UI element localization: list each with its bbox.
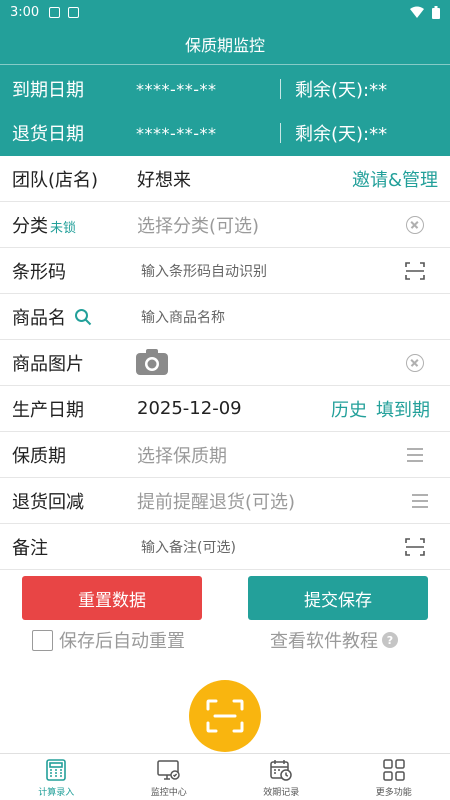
tab-calculate-entry[interactable]: 计算录入 xyxy=(0,754,113,800)
shelf-life-select[interactable]: 选择保质期 xyxy=(137,442,227,468)
team-row: 团队(店名) 好想来 邀请&管理 xyxy=(0,156,450,202)
tab-label: 监控中心 xyxy=(150,788,187,798)
fill-expiry-button[interactable]: 填到期 xyxy=(376,396,430,422)
entry-form: 团队(店名) 好想来 邀请&管理 分类 未锁 选择分类(可选) 条形码 输入条形码… xyxy=(0,156,450,570)
invite-manage-link[interactable]: 邀请&管理 xyxy=(352,166,438,192)
return-date-label: 退货日期 xyxy=(12,124,84,145)
production-date-value[interactable]: 2025-12-09 xyxy=(137,398,242,419)
date-summary-panel: 到期日期 ****-**-** 剩余(天):** 退货日期 ****-**-**… xyxy=(0,64,450,156)
expiry-date-label: 到期日期 xyxy=(12,80,84,101)
scan-note-icon[interactable] xyxy=(405,537,425,557)
page-title: 保质期监控 xyxy=(184,36,265,55)
tab-label: 效期记录 xyxy=(263,788,300,798)
auto-reset-checkbox[interactable] xyxy=(32,629,53,651)
divider xyxy=(280,123,281,143)
category-lock-toggle[interactable]: 未锁 xyxy=(50,221,76,236)
tab-monitor-center[interactable]: 监控中心 xyxy=(113,754,226,800)
calendar-clock-icon xyxy=(270,760,292,781)
return-remaining-days: 剩余(天):** xyxy=(295,124,388,145)
shelf-life-row[interactable]: 保质期 选择保质期 xyxy=(0,432,450,478)
category-select[interactable]: 选择分类(可选) xyxy=(137,212,259,238)
auto-reset-label: 保存后自动重置 xyxy=(59,631,185,652)
scan-fab-button[interactable] xyxy=(189,680,261,752)
barcode-label: 条形码 xyxy=(12,261,66,283)
status-time: 3:00 xyxy=(10,4,40,20)
scan-barcode-icon[interactable] xyxy=(405,261,425,281)
product-image-row: 商品图片 xyxy=(0,340,450,386)
app-notification-icon xyxy=(68,6,80,18)
divider xyxy=(280,79,281,99)
camera-icon[interactable] xyxy=(136,349,168,379)
category-row[interactable]: 分类 未锁 选择分类(可选) xyxy=(0,202,450,248)
note-row: 备注 输入备注(可选) xyxy=(0,524,450,570)
note-input[interactable]: 输入备注(可选) xyxy=(141,537,236,557)
gallery-notification-icon xyxy=(49,6,61,18)
history-button[interactable]: 历史 xyxy=(331,396,367,422)
monitor-icon xyxy=(157,760,180,780)
reset-data-button[interactable]: 重置数据 xyxy=(22,576,202,620)
return-date-row: 退货日期 ****-**-** 剩余(天):** xyxy=(0,111,450,155)
tab-expiry-records[interactable]: 效期记录 xyxy=(225,754,338,800)
help-icon: ? xyxy=(382,632,398,648)
barcode-row: 条形码 输入条形码自动识别 xyxy=(0,248,450,294)
expiry-date-row: 到期日期 ****-**-** 剩余(天):** xyxy=(0,67,450,111)
auto-reset-option[interactable]: 保存后自动重置 xyxy=(32,628,185,652)
return-reduce-label: 退货回减 xyxy=(12,491,84,513)
search-icon[interactable] xyxy=(74,308,92,326)
clear-category-icon[interactable] xyxy=(405,215,425,235)
expiry-date-value: ****-**-** xyxy=(136,79,217,99)
return-reduce-row[interactable]: 退货回减 提前提醒退货(可选) xyxy=(0,478,450,524)
shelf-life-label: 保质期 xyxy=(12,445,66,467)
app-title-bar: 保质期监控 xyxy=(0,24,450,64)
product-name-input[interactable]: 输入商品名称 xyxy=(141,307,225,327)
menu-icon[interactable] xyxy=(405,445,425,465)
product-image-label: 商品图片 xyxy=(12,353,84,375)
product-name-row: 商品名 输入商品名称 xyxy=(0,294,450,340)
grid-icon xyxy=(383,759,405,781)
clear-image-icon[interactable] xyxy=(405,353,425,373)
battery-icon xyxy=(432,5,440,19)
submit-save-button[interactable]: 提交保存 xyxy=(248,576,428,620)
tab-label: 计算录入 xyxy=(38,788,75,798)
barcode-input[interactable]: 输入条形码自动识别 xyxy=(141,261,267,281)
tab-more-features[interactable]: 更多功能 xyxy=(338,754,450,800)
production-date-row: 生产日期 2025-12-09 历史 填到期 xyxy=(0,386,450,432)
production-date-label: 生产日期 xyxy=(12,399,84,421)
menu-icon[interactable] xyxy=(410,491,430,511)
return-reduce-select[interactable]: 提前提醒退货(可选) xyxy=(137,488,295,514)
team-name: 好想来 xyxy=(137,169,191,191)
tutorial-link[interactable]: 查看软件教程 ? xyxy=(270,628,398,652)
product-name-label: 商品名 xyxy=(12,304,92,330)
tab-label: 更多功能 xyxy=(375,788,412,798)
expiry-remaining-days: 剩余(天):** xyxy=(295,80,388,101)
note-label: 备注 xyxy=(12,537,48,559)
tutorial-label: 查看软件教程 xyxy=(270,631,378,652)
status-bar: 3:00 xyxy=(0,0,450,24)
scan-icon xyxy=(206,699,244,733)
return-date-value: ****-**-** xyxy=(136,123,217,143)
category-label: 分类 未锁 xyxy=(12,215,77,237)
wifi-icon xyxy=(410,6,424,18)
team-label: 团队(店名) xyxy=(12,169,99,191)
calculator-icon xyxy=(46,759,67,781)
bottom-tab-bar: 计算录入 监控中心 效期记录 更多功能 xyxy=(0,753,450,800)
